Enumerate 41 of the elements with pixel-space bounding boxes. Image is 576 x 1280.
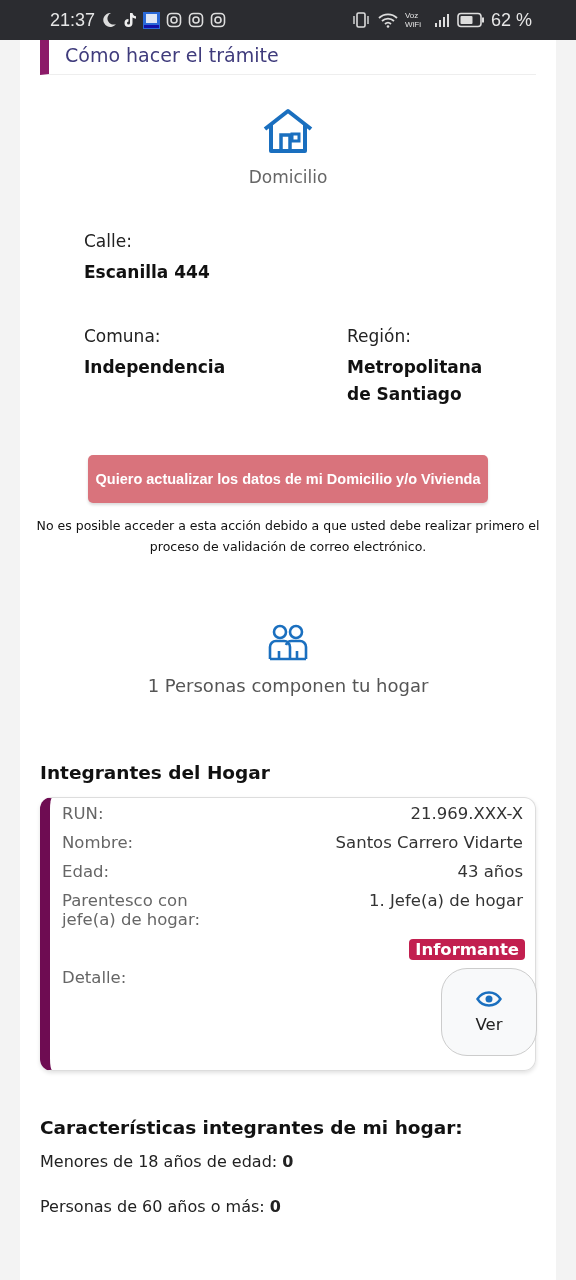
characteristics-heading: Características integrantes de mi hogar: <box>40 1117 464 1139</box>
characteristic-text: Menores de 18 años de edad: 0 <box>40 1152 295 1172</box>
field-value: 43 años <box>457 862 523 882</box>
field-value: Santos Carrero Vidarte <box>335 833 523 853</box>
field-value: Independencia <box>84 356 227 380</box>
field-label: Calle: <box>84 231 133 251</box>
house-icon <box>261 107 315 155</box>
app-icon <box>143 11 161 29</box>
battery-percentage: 62 % <box>490 9 532 31</box>
field-label: Región: <box>347 326 412 347</box>
address-heading: Domicilio <box>248 167 328 187</box>
moon-icon <box>101 12 118 28</box>
vibrate-icon <box>350 12 371 28</box>
music-note-icon <box>123 12 138 28</box>
camera-icon <box>188 12 205 28</box>
field-label: Detalle: <box>62 968 127 990</box>
members-heading: Integrantes del Hogar <box>40 762 271 784</box>
clock: 21:37 <box>50 9 96 31</box>
people-icon <box>267 623 309 662</box>
informant-badge: Informante <box>409 939 525 961</box>
household-summary: 1 Personas componen tu hogar <box>147 675 429 697</box>
wifi-icon <box>376 12 399 28</box>
field-label: Comuna: <box>84 326 162 347</box>
camera-icon <box>166 12 183 28</box>
field-value: 21.969.XXX-X <box>410 804 523 824</box>
field-label: Edad: <box>62 862 110 882</box>
field-value: Escanilla 444 <box>84 261 211 284</box>
camera-icon <box>210 12 227 28</box>
signal-icon <box>432 12 451 28</box>
section-title: Cómo hacer el trámite <box>65 44 279 66</box>
battery-icon <box>456 12 485 28</box>
field-label: RUN: <box>62 804 104 824</box>
characteristic-text: Personas de 60 años o más: 0 <box>40 1197 282 1217</box>
field-label: Parentesco con jefe(a) de hogar: <box>62 891 201 930</box>
wifi-calling-label: Voz WiFi <box>404 11 422 29</box>
field-value: 1. Jefe(a) de hogar <box>369 891 523 913</box>
notice-text: No es posible acceder a esta acción debido a que usted debe realizar primero el proceso de validación de correo electrónico. <box>35 516 541 556</box>
field-value: Metropolitana de Santiago <box>347 356 484 407</box>
view-button[interactable]: Ver <box>441 968 537 1057</box>
field-label: Nombre: <box>62 833 134 853</box>
eye-icon <box>476 990 502 1007</box>
